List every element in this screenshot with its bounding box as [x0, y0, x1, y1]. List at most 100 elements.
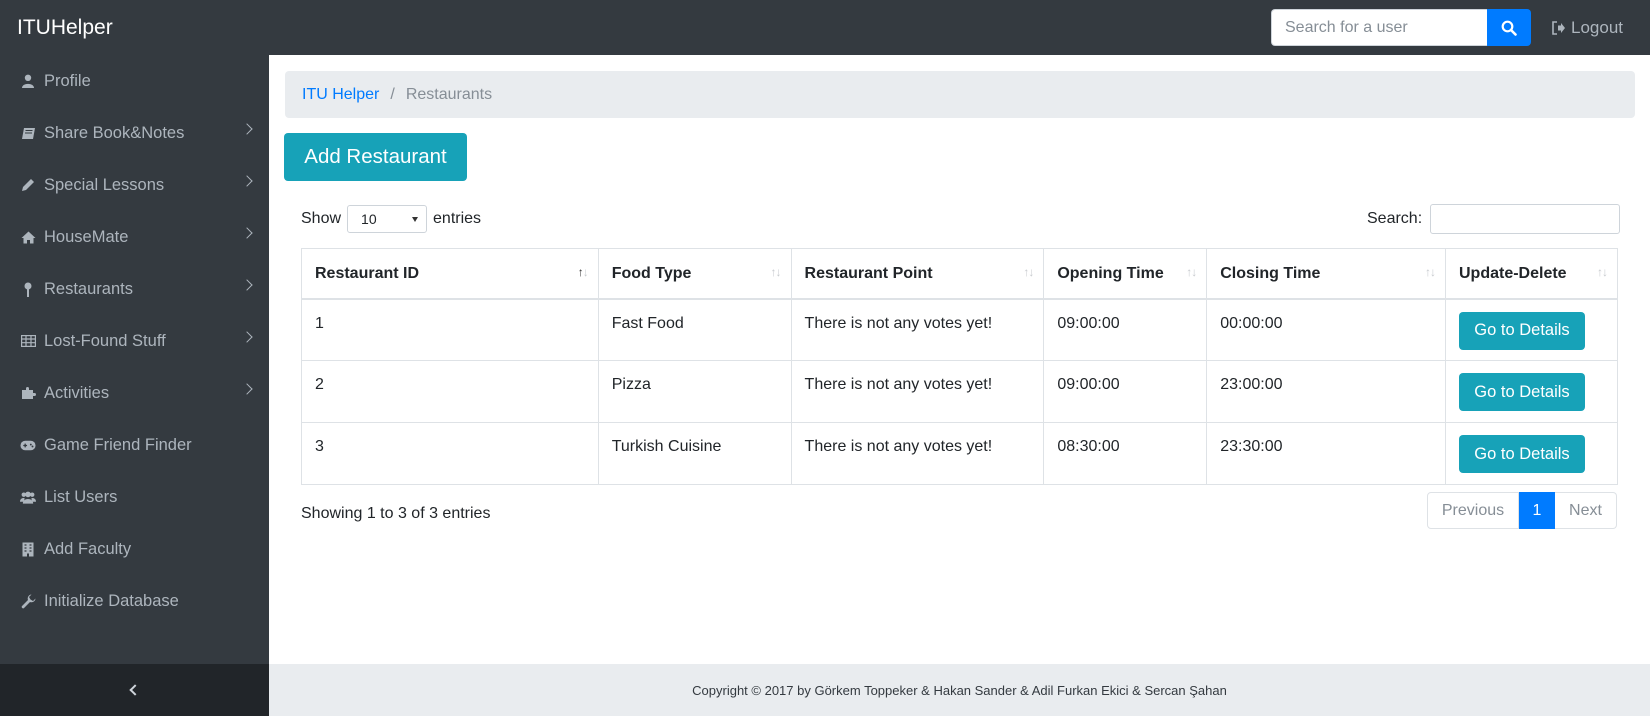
sidebar: Profile Share Book&Notes Special Lessons… — [0, 55, 269, 664]
sidebar-collapse-toggle[interactable] — [0, 664, 269, 716]
sign-out-icon — [1552, 21, 1565, 35]
add-restaurant-button[interactable]: Add Restaurant — [284, 133, 467, 181]
table-search-label: Search: — [1367, 210, 1423, 227]
user-icon — [20, 73, 36, 89]
pagination-page-1[interactable]: 1 — [1519, 492, 1555, 529]
cell-actions: Go to Details — [1444, 360, 1619, 423]
pagination: Previous 1 Next — [1427, 492, 1617, 529]
sidebar-item-label: HouseMate — [44, 227, 129, 246]
cell-restaurant-id: 2 — [301, 360, 599, 423]
entries-length-control: Show 10 entries — [301, 205, 481, 233]
go-to-details-button[interactable]: Go to Details — [1458, 311, 1585, 350]
logout-label: Logout — [1571, 18, 1623, 37]
column-header-restaurant-id[interactable]: Restaurant ID ↑↓ — [301, 248, 599, 300]
column-header-food-type[interactable]: Food Type ↑↓ — [597, 248, 792, 300]
building-icon — [20, 541, 36, 557]
breadcrumb-current: Restaurants — [405, 85, 493, 103]
show-label: Show — [301, 210, 342, 227]
caret-down-icon — [412, 217, 419, 222]
column-header-restaurant-point[interactable]: Restaurant Point ↑↓ — [790, 248, 1045, 300]
breadcrumb: ITU Helper / Restaurants — [285, 71, 1635, 118]
table-row: 3 Turkish Cuisine There is not any votes… — [301, 422, 1619, 485]
sidebar-item-activities[interactable]: Activities — [0, 367, 269, 419]
cell-opening-time: 08:30:00 — [1043, 422, 1208, 485]
cell-food-type: Fast Food — [597, 298, 792, 361]
book-icon — [20, 125, 36, 141]
sidebar-item-housemate[interactable]: HouseMate — [0, 211, 269, 263]
wrench-icon — [20, 593, 36, 609]
table-row: 2 Pizza There is not any votes yet! 09:0… — [301, 360, 1619, 423]
chevron-left-icon — [128, 684, 141, 696]
sidebar-item-label: Initialize Database — [44, 591, 179, 610]
sidebar-item-game-friend-finder[interactable]: Game Friend Finder — [0, 419, 269, 471]
column-header-opening-time[interactable]: Opening Time ↑↓ — [1043, 248, 1208, 300]
pagination-next[interactable]: Next — [1555, 492, 1617, 529]
pin-icon — [20, 281, 36, 297]
sidebar-item-label: Special Lessons — [44, 175, 165, 194]
footer: Copyright © 2017 by Görkem Toppeker & Ha… — [269, 664, 1650, 716]
sidebar-item-label: Activities — [44, 383, 110, 402]
table-search-input[interactable] — [1430, 204, 1621, 234]
sort-icon: ↑↓ — [1186, 265, 1197, 279]
sidebar-item-list-users[interactable]: List Users — [0, 471, 269, 523]
sidebar-item-special-lessons[interactable]: Special Lessons — [0, 159, 269, 211]
top-navbar: ITUHelper Logout — [0, 0, 1650, 55]
table-search: Search: — [1367, 204, 1621, 234]
logout-link[interactable]: Logout — [1551, 18, 1623, 38]
sort-asc-icon: ↑↓ — [577, 265, 589, 279]
chevron-right-icon — [241, 331, 253, 343]
sidebar-item-initialize-database[interactable]: Initialize Database — [0, 575, 269, 627]
sidebar-item-label: List Users — [44, 487, 118, 506]
cell-closing-time: 23:00:00 — [1206, 360, 1446, 423]
sidebar-item-label: Lost-Found Stuff — [44, 331, 166, 350]
go-to-details-button[interactable]: Go to Details — [1458, 373, 1585, 411]
sidebar-item-label: Game Friend Finder — [44, 435, 192, 454]
breadcrumb-separator: / — [390, 85, 395, 103]
cell-closing-time: 23:30:00 — [1206, 422, 1446, 485]
cell-food-type: Turkish Cuisine — [597, 422, 792, 485]
sort-icon: ↑↓ — [1597, 265, 1608, 279]
table-icon — [20, 333, 36, 349]
copyright-text: Copyright © 2017 by Görkem Toppeker & Ha… — [692, 682, 1227, 698]
gamepad-icon — [20, 437, 36, 453]
chevron-right-icon — [241, 123, 253, 135]
sidebar-item-label: Add Faculty — [44, 539, 132, 558]
sidebar-item-add-faculty[interactable]: Add Faculty — [0, 523, 269, 575]
user-search-input[interactable] — [1271, 9, 1487, 46]
brand-logo[interactable]: ITUHelper — [17, 16, 113, 40]
search-icon — [1501, 20, 1517, 36]
sort-icon: ↑↓ — [1424, 265, 1436, 279]
chevron-right-icon — [241, 383, 253, 395]
cell-restaurant-id: 3 — [301, 422, 599, 485]
table-row: 1 Fast Food There is not any votes yet! … — [301, 298, 1619, 361]
entries-label: entries — [433, 210, 482, 227]
page-length-select[interactable]: 10 — [347, 205, 428, 233]
cell-restaurant-point: There is not any votes yet! — [790, 422, 1045, 485]
cell-actions: Go to Details — [1444, 298, 1619, 361]
chevron-right-icon — [241, 175, 253, 187]
cell-restaurant-point: There is not any votes yet! — [790, 360, 1045, 423]
chevron-right-icon — [241, 279, 253, 291]
cell-opening-time: 09:00:00 — [1043, 298, 1208, 361]
column-header-update-delete[interactable]: Update-Delete ↑↓ — [1444, 248, 1619, 300]
sort-icon: ↑↓ — [770, 265, 782, 279]
sidebar-item-share-book-notes[interactable]: Share Book&Notes — [0, 107, 269, 159]
table-info: Showing 1 to 3 of 3 entries — [301, 505, 491, 522]
cell-restaurant-id: 1 — [301, 298, 599, 361]
sidebar-item-restaurants[interactable]: Restaurants — [0, 263, 269, 315]
breadcrumb-home-link[interactable]: ITU Helper — [302, 86, 379, 104]
user-search-button[interactable] — [1487, 9, 1531, 46]
table-header-row: Restaurant ID ↑↓ Food Type ↑↓ Restaurant… — [301, 248, 1619, 300]
page-length-value: 10 — [361, 211, 377, 227]
home-icon — [20, 229, 36, 245]
chevron-right-icon — [241, 227, 253, 239]
pencil-icon — [20, 177, 36, 193]
go-to-details-button[interactable]: Go to Details — [1458, 435, 1585, 473]
sort-icon: ↑↓ — [1023, 265, 1034, 279]
restaurants-table: Restaurant ID ↑↓ Food Type ↑↓ Restaurant… — [301, 248, 1619, 485]
sidebar-item-lost-found-stuff[interactable]: Lost-Found Stuff — [0, 315, 269, 367]
sidebar-item-profile[interactable]: Profile — [0, 55, 269, 107]
column-header-closing-time[interactable]: Closing Time ↑↓ — [1206, 248, 1446, 300]
cell-food-type: Pizza — [597, 360, 792, 423]
pagination-previous[interactable]: Previous — [1427, 492, 1519, 529]
